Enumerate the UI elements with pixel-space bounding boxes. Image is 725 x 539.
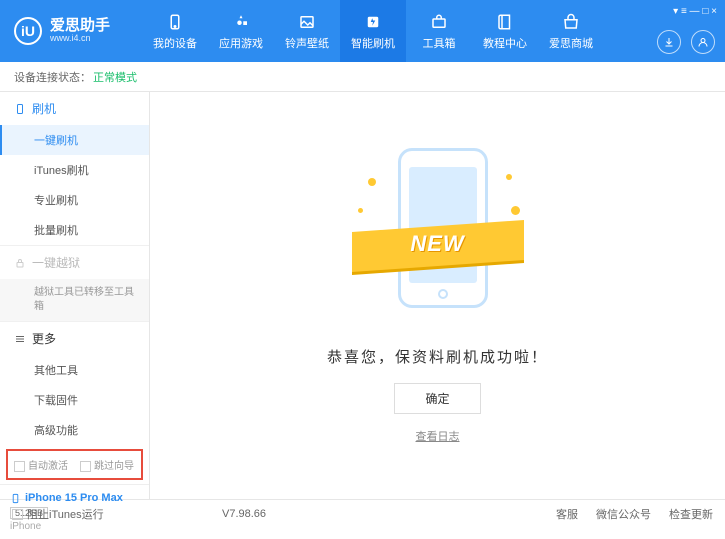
- checkbox-label: 自动激活: [28, 461, 68, 472]
- checkbox-label: 阻止iTunes运行: [27, 509, 104, 521]
- nav-label: 铃声壁纸: [285, 35, 329, 51]
- sidebar-item-batch[interactable]: 批量刷机: [0, 215, 149, 245]
- logo-area: iU 爱思助手 www.i4.cn: [0, 17, 124, 45]
- success-illustration: NEW: [358, 148, 518, 328]
- device-name-label: iPhone 15 Pro Max: [25, 492, 123, 504]
- sidebar-item-advanced[interactable]: 高级功能: [0, 415, 149, 445]
- footer-link-update[interactable]: 检查更新: [669, 506, 713, 522]
- nav-apps[interactable]: 应用游戏: [208, 0, 274, 62]
- phone-icon: [165, 12, 185, 32]
- status-bar: 设备连接状态： 正常模式: [0, 62, 725, 92]
- view-log-link[interactable]: 查看日志: [416, 428, 460, 444]
- sidebar-item-itunes[interactable]: iTunes刷机: [0, 155, 149, 185]
- nav-label: 智能刷机: [351, 35, 395, 51]
- phone-icon: [14, 103, 26, 115]
- nav-flash[interactable]: 智能刷机: [340, 0, 406, 62]
- status-value: 正常模式: [93, 69, 137, 85]
- footer-link-wechat[interactable]: 微信公众号: [596, 506, 651, 522]
- checkbox-skipguide[interactable]: 跳过向导: [80, 457, 134, 472]
- sidebar-group-jailbreak: 一键越狱: [0, 246, 149, 279]
- sidebar-title-label: 更多: [32, 330, 56, 347]
- app-name: 爱思助手: [50, 18, 110, 33]
- toolbox-icon: [429, 12, 449, 32]
- highlighted-options: 自动激活 跳过向导: [6, 449, 143, 480]
- nav-label: 我的设备: [153, 35, 197, 51]
- app-url: www.i4.cn: [50, 33, 110, 44]
- menu-icon: [14, 333, 26, 345]
- status-label: 设备连接状态：: [14, 69, 91, 85]
- sidebar-jailbreak-note: 越狱工具已转移至工具箱: [0, 279, 149, 321]
- version-label: V7.98.66: [222, 508, 266, 520]
- sidebar: 刷机 一键刷机 iTunes刷机 专业刷机 批量刷机 一键越狱 越狱工具已转移至…: [0, 92, 150, 499]
- nav-my-device[interactable]: 我的设备: [142, 0, 208, 62]
- nav-store[interactable]: 爱思商城: [538, 0, 604, 62]
- download-button[interactable]: [657, 30, 681, 54]
- sidebar-title-label: 一键越狱: [32, 254, 80, 271]
- top-nav: 我的设备 应用游戏 铃声壁纸 智能刷机 工具箱 教程中心 爱思商城: [142, 0, 604, 62]
- sidebar-group-flash[interactable]: 刷机: [0, 92, 149, 125]
- user-button[interactable]: [691, 30, 715, 54]
- sidebar-item-other[interactable]: 其他工具: [0, 355, 149, 385]
- lock-icon: [14, 257, 26, 269]
- apps-icon: [231, 12, 251, 32]
- sidebar-item-firmware[interactable]: 下载固件: [0, 385, 149, 415]
- image-icon: [297, 12, 317, 32]
- window-controls[interactable]: ▾ ≡ — □ ×: [673, 6, 717, 17]
- logo-icon: iU: [14, 17, 42, 45]
- sidebar-item-oneclick[interactable]: 一键刷机: [0, 125, 149, 155]
- new-ribbon: NEW: [358, 231, 518, 257]
- flash-icon: [363, 12, 383, 32]
- success-message: 恭喜您，保资料刷机成功啦！: [327, 346, 548, 367]
- store-icon: [561, 12, 581, 32]
- checkbox-label: 跳过向导: [94, 461, 134, 472]
- main-content: NEW 恭喜您，保资料刷机成功啦！ 确定 查看日志: [150, 92, 725, 499]
- book-icon: [495, 12, 515, 32]
- ok-button[interactable]: 确定: [394, 383, 480, 414]
- sidebar-item-pro[interactable]: 专业刷机: [0, 185, 149, 215]
- checkbox-block-itunes[interactable]: 阻止iTunes运行: [12, 506, 104, 522]
- footer-link-support[interactable]: 客服: [556, 506, 578, 522]
- nav-toolbox[interactable]: 工具箱: [406, 0, 472, 62]
- nav-ringtones[interactable]: 铃声壁纸: [274, 0, 340, 62]
- nav-label: 爱思商城: [549, 35, 593, 51]
- nav-label: 应用游戏: [219, 35, 263, 51]
- nav-label: 工具箱: [423, 35, 456, 51]
- app-header: iU 爱思助手 www.i4.cn 我的设备 应用游戏 铃声壁纸 智能刷机 工具…: [0, 0, 725, 62]
- nav-label: 教程中心: [483, 35, 527, 51]
- nav-tutorials[interactable]: 教程中心: [472, 0, 538, 62]
- sidebar-title-label: 刷机: [32, 100, 56, 117]
- phone-icon: [10, 493, 21, 504]
- sidebar-group-more[interactable]: 更多: [0, 322, 149, 355]
- checkbox-autoactivate[interactable]: 自动激活: [14, 457, 68, 472]
